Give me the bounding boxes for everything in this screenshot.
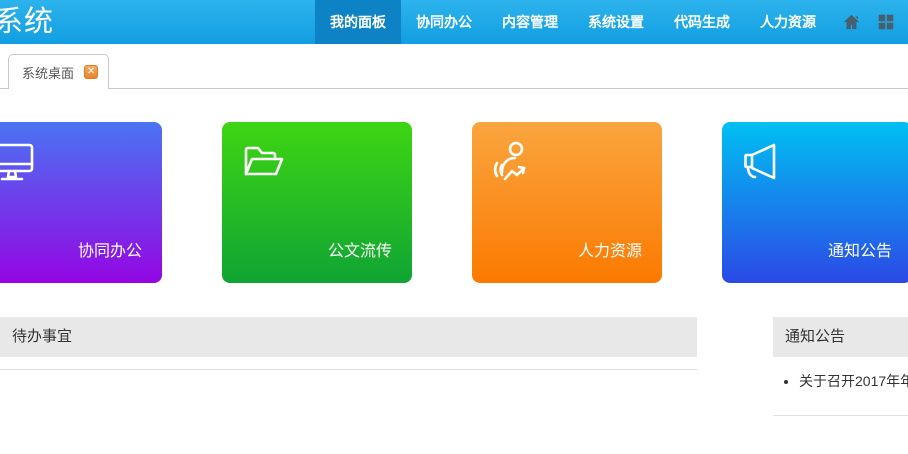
nav-item-collab-office[interactable]: 协同办公 <box>401 0 487 44</box>
tile-document-flow[interactable]: 公文流传 <box>222 122 412 283</box>
main-content: 协同办公 公文流传 人力资源 <box>0 122 908 416</box>
header-icons <box>831 0 908 44</box>
grid-icon[interactable] <box>878 14 894 30</box>
todo-panel-title: 待办事宜 <box>0 317 697 357</box>
notices-panel-title: 通知公告 <box>773 317 908 357</box>
shortcut-tiles: 协同办公 公文流传 人力资源 <box>0 122 908 283</box>
todo-panel: 待办事宜 <box>0 317 697 416</box>
tab-bar: 系统桌面 ✕ <box>0 44 908 89</box>
app-title: 系统 <box>0 0 54 44</box>
nav-item-my-panel[interactable]: 我的面板 <box>315 0 401 44</box>
tile-hr[interactable]: 人力资源 <box>472 122 662 283</box>
tab-close-icon[interactable]: ✕ <box>84 65 98 79</box>
monitor-icon <box>0 138 36 186</box>
home-icon[interactable] <box>843 14 860 30</box>
notices-divider <box>773 415 908 416</box>
notice-list: 关于召开2017年年 <box>773 357 908 393</box>
nav-item-hr[interactable]: 人力资源 <box>745 0 831 44</box>
nav-item-content-mgmt[interactable]: 内容管理 <box>487 0 573 44</box>
top-header: 系统 我的面板 协同办公 内容管理 系统设置 代码生成 人力资源 <box>0 0 908 44</box>
folder-open-icon <box>238 138 286 186</box>
tile-label: 公文流传 <box>328 237 392 261</box>
nav-item-code-gen[interactable]: 代码生成 <box>659 0 745 44</box>
tab-label: 系统桌面 <box>22 63 74 82</box>
notice-list-item[interactable]: 关于召开2017年年 <box>799 369 908 393</box>
megaphone-icon <box>738 138 786 186</box>
person-arrow-icon <box>488 138 536 186</box>
notices-panel: 通知公告 关于召开2017年年 <box>773 317 908 416</box>
tile-label: 人力资源 <box>578 237 642 261</box>
tile-notices[interactable]: 通知公告 <box>722 122 908 283</box>
panels-row: 待办事宜 通知公告 关于召开2017年年 <box>0 317 908 416</box>
tab-system-desktop[interactable]: 系统桌面 ✕ <box>8 54 109 89</box>
main-nav: 我的面板 协同办公 内容管理 系统设置 代码生成 人力资源 <box>315 0 831 44</box>
tile-label: 通知公告 <box>828 237 892 261</box>
todo-empty-row <box>0 357 697 370</box>
tile-collab-office[interactable]: 协同办公 <box>0 122 162 283</box>
tile-label: 协同办公 <box>78 237 142 261</box>
nav-item-system-settings[interactable]: 系统设置 <box>573 0 659 44</box>
